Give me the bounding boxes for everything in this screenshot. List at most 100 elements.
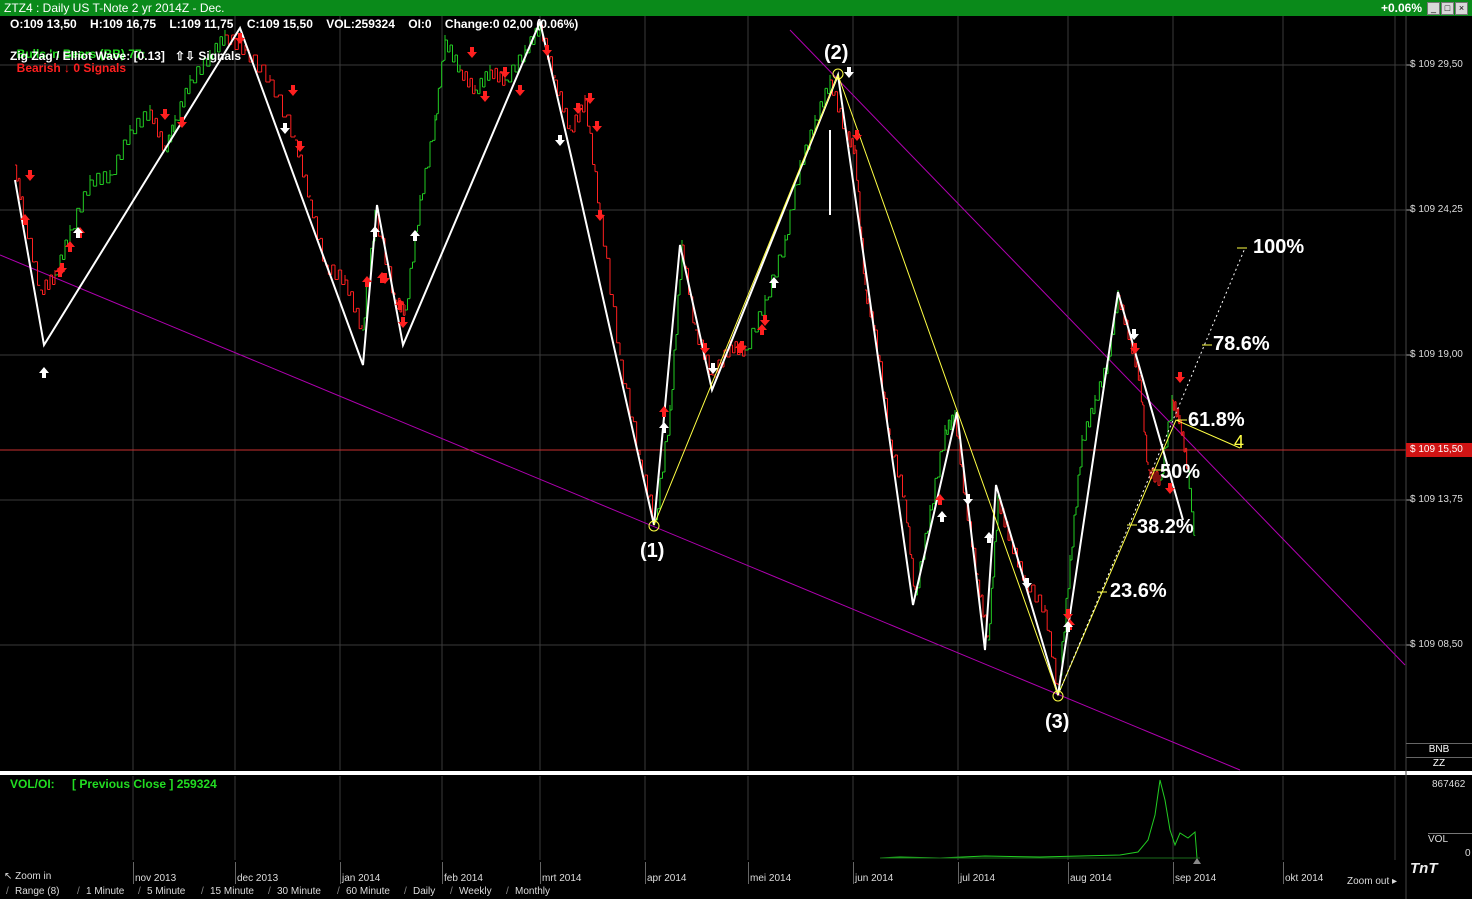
time-axis-tick bbox=[133, 862, 134, 884]
time-axis-label: jul 2014 bbox=[960, 873, 996, 884]
time-axis-tick bbox=[1173, 862, 1174, 884]
sell-arrow-icon bbox=[467, 47, 477, 58]
timeframe-button[interactable]: Monthly bbox=[515, 886, 550, 897]
time-axis-tick bbox=[442, 862, 443, 884]
vol-oi-label: VOL/OI: bbox=[10, 777, 55, 791]
sell-arrow-icon bbox=[592, 121, 602, 132]
buy-arrow-icon bbox=[39, 367, 49, 378]
timeframe-button[interactable]: 15 Minute bbox=[210, 886, 254, 897]
time-axis-tick bbox=[1068, 862, 1069, 884]
sell-arrow-icon bbox=[585, 93, 595, 104]
fib-618: 61.8% bbox=[1188, 409, 1245, 431]
zoom-out-arrow-icon: ▸ bbox=[1392, 876, 1398, 887]
zoom-out-button[interactable]: Zoom out ▸ bbox=[1347, 876, 1397, 887]
bnb-indicator-state: Bearish ↓ 0 Signals bbox=[16, 61, 127, 75]
time-axis-label: jan 2014 bbox=[342, 873, 381, 884]
timeframe-button[interactable]: Weekly bbox=[459, 886, 492, 897]
timeframe-separator: / bbox=[6, 886, 9, 897]
timeframe-separator: / bbox=[404, 886, 407, 897]
volume-panel-title: VOL/OI: [ Previous Close ] 259324 bbox=[10, 777, 217, 791]
buy-arrow-icon bbox=[659, 406, 669, 417]
price-tick: $ 109 19,00 bbox=[1410, 349, 1463, 360]
sell-arrow-icon bbox=[160, 109, 170, 120]
sell-arrow-icon bbox=[480, 91, 490, 102]
time-axis-label: apr 2014 bbox=[647, 873, 687, 884]
sell-arrow-icon bbox=[760, 315, 770, 326]
price-tick: $ 109 24,25 bbox=[1410, 204, 1463, 215]
time-axis-label: nov 2013 bbox=[135, 873, 177, 884]
sell-arrow-icon bbox=[1175, 372, 1185, 383]
wave3-label: (3) bbox=[1045, 711, 1070, 733]
price-tick: $ 109 08,50 bbox=[1410, 639, 1463, 650]
time-axis-label: mrt 2014 bbox=[542, 873, 582, 884]
timeframe-button[interactable]: Daily bbox=[413, 886, 435, 897]
sell-arrow-icon bbox=[288, 85, 298, 96]
time-axis-label: dec 2013 bbox=[237, 873, 279, 884]
time-axis-tick bbox=[645, 862, 646, 884]
zz-tag[interactable]: ZZ bbox=[1406, 757, 1472, 770]
price-tick: $ 109 29,50 bbox=[1410, 59, 1463, 70]
volume-axis-bottom: 0 bbox=[1465, 848, 1471, 859]
volume-axis-top: 867462 bbox=[1432, 779, 1466, 790]
fib-236: 23.6% bbox=[1110, 580, 1167, 602]
sell-arrow-icon bbox=[555, 135, 565, 146]
buy-arrow-icon bbox=[410, 230, 420, 241]
wave4-label: 4 bbox=[1234, 432, 1245, 452]
sell-arrow-icon bbox=[515, 85, 525, 96]
sell-arrow-icon bbox=[295, 141, 305, 152]
timeframe-button[interactable]: 30 Minute bbox=[277, 886, 321, 897]
sell-arrow-icon bbox=[280, 123, 290, 134]
price-tick: $ 109 13,75 bbox=[1410, 494, 1463, 505]
buy-arrow-icon bbox=[769, 277, 779, 288]
sell-arrow-icon bbox=[500, 67, 510, 78]
time-axis-tick bbox=[748, 862, 749, 884]
price-chart[interactable] bbox=[0, 0, 1472, 899]
volume-cursor-marker bbox=[1193, 858, 1201, 864]
fib-50: 50% bbox=[1160, 461, 1201, 483]
bnb-tag[interactable]: BNB bbox=[1406, 743, 1472, 756]
fib-786: 78.6% bbox=[1213, 333, 1270, 355]
ohlc-readout: O:109 13,50 H:109 16,75 L:109 11,75 C:10… bbox=[10, 17, 579, 31]
zigzag-indicator: Zig Zag / Elliot Wave: [0.13] ⇧⇩ Signals bbox=[10, 49, 242, 63]
time-axis-label: jun 2014 bbox=[855, 873, 894, 884]
panel-divider bbox=[0, 771, 1472, 775]
timeframe-separator: / bbox=[450, 886, 453, 897]
zoom-in-arrow-icon: ↖ bbox=[4, 871, 13, 882]
timeframe-button[interactable]: Range (8) bbox=[15, 886, 59, 897]
buy-arrow-icon bbox=[65, 241, 75, 252]
fib-382: 38.2% bbox=[1137, 516, 1194, 538]
time-axis-label: sep 2014 bbox=[1175, 873, 1217, 884]
time-axis-tick bbox=[853, 862, 854, 884]
volume-series bbox=[879, 779, 1198, 859]
zoom-in-button[interactable]: ↖ Zoom in bbox=[4, 871, 51, 882]
upper-trendline bbox=[789, 29, 1406, 666]
time-axis-label: aug 2014 bbox=[1070, 873, 1112, 884]
time-axis-tick bbox=[540, 862, 541, 884]
zoom-in-label: Zoom in bbox=[15, 871, 52, 882]
timeframe-separator: / bbox=[506, 886, 509, 897]
prev-close-label: [ Previous Close ] 259324 bbox=[72, 777, 217, 791]
wave1-label: (1) bbox=[640, 540, 665, 562]
time-axis-tick bbox=[340, 862, 341, 884]
buy-arrow-icon bbox=[659, 422, 669, 433]
signal-arrows bbox=[20, 33, 1185, 632]
time-axis-tick bbox=[235, 862, 236, 884]
sell-arrow-icon bbox=[542, 45, 552, 56]
buy-arrow-icon bbox=[937, 511, 947, 522]
chart-grid bbox=[0, 16, 1412, 860]
volume-axis-mid: VOL bbox=[1428, 833, 1472, 845]
time-axis-label: mei 2014 bbox=[750, 873, 792, 884]
timeframe-separator: / bbox=[337, 886, 340, 897]
tnt-logo: TnT bbox=[1410, 860, 1438, 877]
timeframe-button[interactable]: 5 Minute bbox=[147, 886, 185, 897]
timeframe-separator: / bbox=[138, 886, 141, 897]
timeframe-button[interactable]: 1 Minute bbox=[86, 886, 124, 897]
timeframe-button[interactable]: 60 Minute bbox=[346, 886, 390, 897]
wave2-label: (2) bbox=[824, 42, 849, 64]
sell-arrow-icon bbox=[25, 170, 35, 181]
sell-arrow-icon bbox=[963, 494, 973, 505]
fib-100: 100% bbox=[1253, 236, 1305, 258]
time-axis-label: okt 2014 bbox=[1285, 873, 1324, 884]
timeframe-separator: / bbox=[268, 886, 271, 897]
zoom-out-label: Zoom out bbox=[1347, 876, 1390, 887]
